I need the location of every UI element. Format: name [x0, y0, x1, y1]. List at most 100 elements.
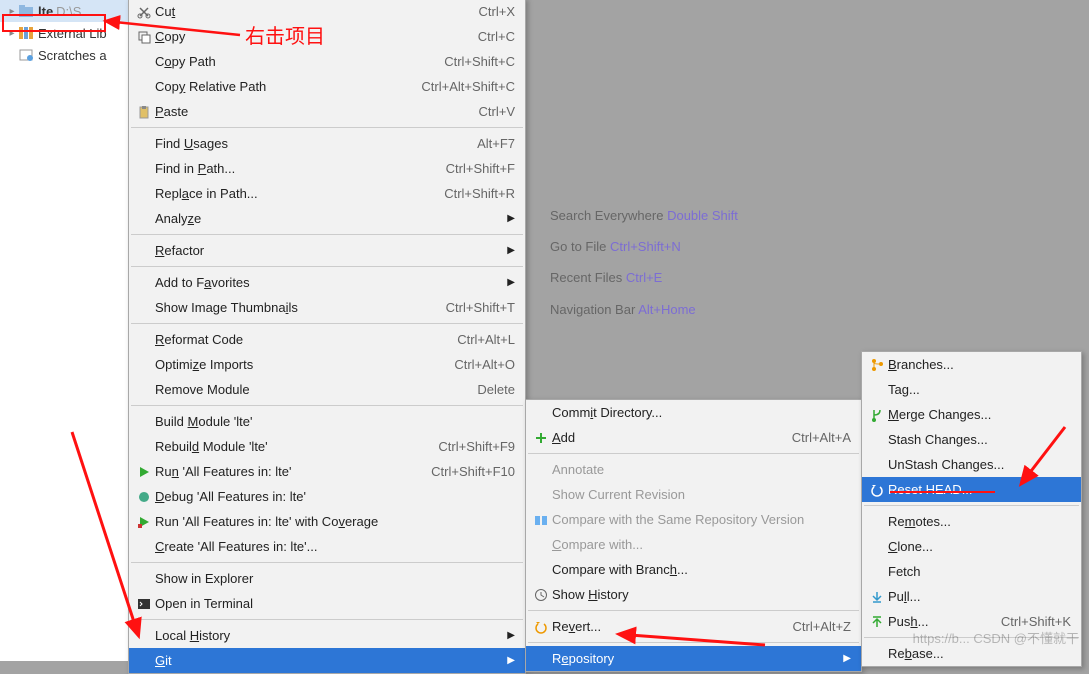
menu-item-label: Compare with the Same Repository Version [552, 512, 851, 527]
git-menu-item-12[interactable]: Repository▶ [526, 646, 861, 671]
menu-item-label: Run 'All Features in: lte' with Coverage [155, 514, 515, 529]
menu-item-label: Show Current Revision [552, 487, 851, 502]
menu-item-label: Copy Path [155, 54, 414, 69]
submenu-arrow-icon: ▶ [503, 213, 515, 224]
main-menu-item-0[interactable]: Cut Ctrl+X [129, 0, 525, 24]
push-icon [866, 615, 888, 629]
repo-menu-item-1[interactable]: Tag... [862, 377, 1081, 402]
main-menu-item-13[interactable]: Add to Favorites▶ [129, 270, 525, 295]
scratches-icon [18, 47, 34, 63]
watermark: https://b... CSDN @不懂就干 [913, 628, 1079, 647]
main-menu-item-6[interactable]: Find UsagesAlt+F7 [129, 131, 525, 156]
menu-item-label: Rebuild Module 'lte' [155, 439, 408, 454]
menu-item-label: Find in Path... [155, 161, 416, 176]
clock-icon [530, 588, 552, 602]
git-menu-item-1[interactable]: AddCtrl+Alt+A [526, 425, 861, 450]
main-menu-item-14[interactable]: Show Image ThumbnailsCtrl+Shift+T [129, 295, 525, 320]
menu-shortcut: Ctrl+Alt+Z [792, 619, 851, 634]
main-menu-item-28[interactable]: Open in Terminal [129, 591, 525, 616]
term-icon [133, 597, 155, 611]
menu-item-label: Push... [888, 614, 971, 629]
repo-menu-item-2[interactable]: Merge Changes... [862, 402, 1081, 427]
main-menu-item-7[interactable]: Find in Path...Ctrl+Shift+F [129, 156, 525, 181]
git-menu-item-7[interactable]: Compare with Branch... [526, 557, 861, 582]
menu-item-label: Annotate [552, 462, 851, 477]
menu-item-label: Refactor [155, 243, 503, 258]
context-menu-main[interactable]: Cut Ctrl+X CopyCtrl+CCopy PathCtrl+Shift+C… [128, 0, 526, 674]
menu-item-label: Fetch [888, 564, 1071, 579]
menu-item-label: Add to Favorites [155, 275, 503, 290]
cut-icon [133, 5, 155, 19]
main-menu-item-18[interactable]: Remove ModuleDelete [129, 377, 525, 402]
menu-shortcut: Ctrl+X [479, 4, 515, 19]
menu-item-label: Cut [155, 4, 449, 19]
main-menu-item-27[interactable]: Show in Explorer [129, 566, 525, 591]
menu-item-label: Reformat Code [155, 332, 427, 347]
submenu-arrow-icon: ▶ [503, 245, 515, 256]
context-menu-git[interactable]: Commit Directory... AddCtrl+Alt+A Annotate… [525, 399, 862, 672]
git-menu-item-3: Annotate [526, 457, 861, 482]
main-menu-item-22[interactable]: Run 'All Features in: lte' Ctrl+Shift+F10 [129, 459, 525, 484]
repo-menu-item-7[interactable]: Remotes... [862, 509, 1081, 534]
git-menu-item-0[interactable]: Commit Directory... [526, 400, 861, 425]
menu-shortcut: Ctrl+Shift+F10 [431, 464, 515, 479]
menu-item-label: Stash Changes... [888, 432, 1071, 447]
run-icon [133, 465, 155, 479]
menu-item-label: Tag... [888, 382, 1071, 397]
main-menu-item-17[interactable]: Optimize ImportsCtrl+Alt+O [129, 352, 525, 377]
menu-item-label: Commit Directory... [552, 405, 851, 420]
menu-item-label: Compare with... [552, 537, 851, 552]
menu-item-label: Reset HEAD... [888, 482, 1071, 497]
menu-item-label: Compare with Branch... [552, 562, 851, 577]
main-menu-item-16[interactable]: Reformat CodeCtrl+Alt+L [129, 327, 525, 352]
tree-node-scratches[interactable]: Scratches a [0, 44, 129, 66]
menu-item-label: Replace in Path... [155, 186, 414, 201]
menu-shortcut: Ctrl+C [478, 29, 515, 44]
main-menu-item-4[interactable]: PasteCtrl+V [129, 99, 525, 124]
menu-shortcut: Delete [477, 382, 515, 397]
repo-menu-item-5[interactable]: Reset HEAD... [862, 477, 1081, 502]
main-menu-item-1[interactable]: CopyCtrl+C [129, 24, 525, 49]
project-tree[interactable]: ▸ lte D:\S... ▸ External Lib Scratches a [0, 0, 130, 661]
menu-item-label: Revert... [552, 619, 762, 634]
main-menu-item-9[interactable]: Analyze▶ [129, 206, 525, 231]
menu-item-label: Remotes... [888, 514, 1071, 529]
reset-icon [866, 483, 888, 497]
annotation-underline-reset [890, 491, 995, 493]
repo-menu-item-3[interactable]: Stash Changes... [862, 427, 1081, 452]
menu-item-label: Rebase... [888, 646, 1071, 661]
copy-icon [133, 30, 155, 44]
menu-shortcut: Ctrl+Alt+Shift+C [421, 79, 515, 94]
repo-menu-item-4[interactable]: UnStash Changes... [862, 452, 1081, 477]
repo-menu-item-9[interactable]: Fetch [862, 559, 1081, 584]
main-menu-item-11[interactable]: Refactor▶ [129, 238, 525, 263]
merge-icon [866, 408, 888, 422]
menu-item-label: Run 'All Features in: lte' [155, 464, 401, 479]
debug-icon [133, 490, 155, 504]
main-menu-item-30[interactable]: Local History▶ [129, 623, 525, 648]
main-menu-item-21[interactable]: Rebuild Module 'lte' Ctrl+Shift+F9 [129, 434, 525, 459]
git-menu-item-10[interactable]: Revert... Ctrl+Alt+Z [526, 614, 861, 639]
main-menu-item-2[interactable]: Copy PathCtrl+Shift+C [129, 49, 525, 74]
menu-item-label: Build Module 'lte' [155, 414, 515, 429]
menu-item-label: Debug 'All Features in: lte' [155, 489, 515, 504]
main-menu-item-23[interactable]: Debug 'All Features in: lte' [129, 484, 525, 509]
submenu-arrow-icon: ▶ [503, 630, 515, 641]
git-menu-item-5: Compare with the Same Repository Version [526, 507, 861, 532]
menu-item-label: Branches... [888, 357, 1071, 372]
main-menu-item-24[interactable]: Run 'All Features in: lte' with Coverage [129, 509, 525, 534]
main-menu-item-20[interactable]: Build Module 'lte' [129, 409, 525, 434]
main-menu-item-25[interactable]: Create 'All Features in: lte'... [129, 534, 525, 559]
repo-menu-item-8[interactable]: Clone... [862, 534, 1081, 559]
context-menu-repository[interactable]: Branches... Tag... Merge Changes... Stash C… [861, 351, 1082, 667]
menu-item-label: UnStash Changes... [888, 457, 1071, 472]
menu-item-label: Show in Explorer [155, 571, 515, 586]
paste-icon [133, 105, 155, 119]
repo-menu-item-10[interactable]: Pull... [862, 584, 1081, 609]
git-menu-item-8[interactable]: Show History [526, 582, 861, 607]
menu-shortcut: Ctrl+V [479, 104, 515, 119]
main-menu-item-8[interactable]: Replace in Path...Ctrl+Shift+R [129, 181, 525, 206]
menu-shortcut: Ctrl+Shift+F9 [438, 439, 515, 454]
main-menu-item-3[interactable]: Copy Relative PathCtrl+Alt+Shift+C [129, 74, 525, 99]
repo-menu-item-0[interactable]: Branches... [862, 352, 1081, 377]
